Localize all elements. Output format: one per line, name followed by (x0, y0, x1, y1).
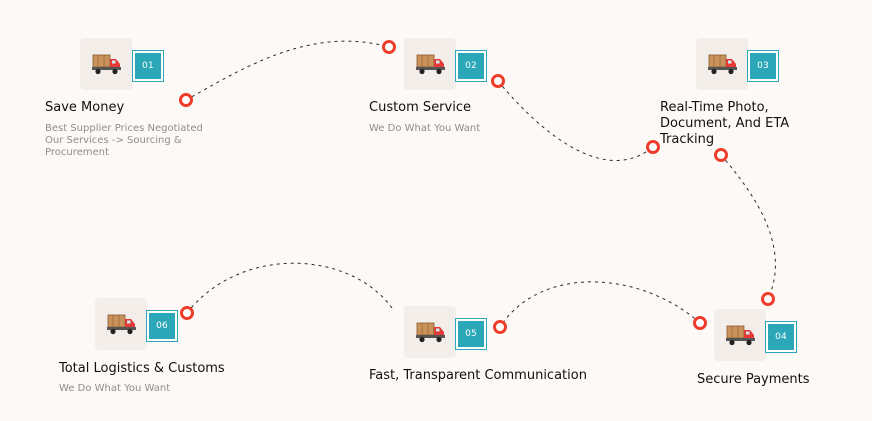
path-node-dot (714, 148, 728, 162)
step-title-line: Document, And ETA (660, 116, 790, 131)
path-node-dot (382, 40, 396, 54)
step-number-badge: 04 (765, 321, 797, 353)
delivery-truck-icon (107, 314, 136, 335)
connector-03-04 (720, 154, 776, 300)
step-description-line: We Do What You Want (369, 123, 481, 134)
step-description-line: Procurement (45, 147, 109, 158)
step-title: Fast, Transparent Communication (369, 368, 587, 383)
delivery-truck-icon (92, 54, 121, 75)
step-number-badge: 03 (747, 50, 779, 82)
step-number-badge: 06 (146, 310, 178, 342)
path-node-dot (491, 74, 505, 88)
step-icon-box (696, 38, 748, 90)
step-title: Total Logistics & Customs (59, 361, 225, 376)
step-title-line: Real-Time Photo, (660, 100, 769, 115)
path-node-dot (693, 316, 707, 330)
connector-02-03 (497, 80, 654, 161)
path-node-dot (179, 93, 193, 107)
step-number-badge: 02 (455, 50, 487, 82)
step-icon-box (714, 309, 766, 361)
step-title: Save Money (45, 100, 125, 115)
step-icon-box (404, 306, 456, 358)
delivery-truck-icon (416, 54, 445, 75)
path-node-dot (493, 320, 507, 334)
step-number-badge: 05 (455, 318, 487, 350)
delivery-truck-icon (416, 322, 445, 343)
connector-01-02 (185, 40, 390, 101)
delivery-truck-icon (726, 325, 755, 346)
step-icon-box (80, 38, 132, 90)
connector-04-05 (499, 281, 701, 328)
path-node-dot (180, 306, 194, 320)
step-number-badge: 01 (132, 50, 164, 82)
step-icon-box (95, 298, 147, 350)
step-title-line: Tracking (660, 132, 715, 147)
path-node-dot (646, 140, 660, 154)
connector-05-06 (186, 262, 393, 314)
delivery-truck-icon (708, 54, 737, 75)
step-icon-box (404, 38, 456, 90)
step-description-line: Our Services -> Sourcing & (45, 135, 182, 146)
step-description-line: We Do What You Want (59, 383, 171, 394)
step-title: Custom Service (369, 100, 471, 115)
path-node-dot (761, 292, 775, 306)
step-title: Secure Payments (697, 372, 810, 387)
step-description-line: Best Supplier Prices Negotiated (45, 123, 203, 134)
